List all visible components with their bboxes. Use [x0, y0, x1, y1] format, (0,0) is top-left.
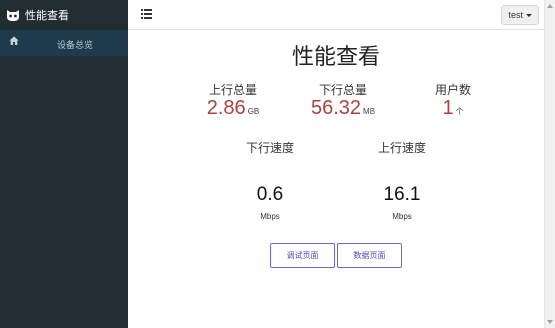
stat-label: 用户数	[434, 83, 471, 97]
speed-value: 16.1	[383, 184, 421, 205]
brand-title: 性能查看	[25, 10, 69, 22]
user-dropdown-button[interactable]: test	[501, 5, 539, 25]
speed-unit: Mbps	[260, 212, 280, 221]
stat-value: 2.86	[206, 97, 246, 119]
app-window: 性能查看 设备总览 test 性能查看 上行总量 2.86 GB 下行总量 56…	[0, 0, 555, 328]
main-content: 性能查看 上行总量 2.86 GB 下行总量 56.32 MB 用户数 1个 下行速…	[128, 30, 544, 328]
scroll-down-arrow-icon[interactable]	[547, 320, 553, 324]
debug-page-button[interactable]: 调试页面	[270, 243, 335, 268]
data-page-button[interactable]: 数据页面	[337, 243, 402, 268]
stat-unit: MB	[363, 107, 376, 116]
stat-user-count: 用户数 1个	[403, 81, 503, 120]
speed-label: 下行速度	[245, 141, 294, 155]
scroll-up-arrow-icon[interactable]	[547, 4, 553, 8]
sidebar-item-label: 设备总览	[57, 40, 94, 50]
list-icon[interactable]	[141, 9, 152, 19]
top-navbar: test	[128, 0, 544, 30]
stat-unit: 个	[455, 107, 464, 116]
stat-label: 上行总量	[208, 83, 257, 97]
stat-upload-total: 上行总量 2.86 GB	[183, 81, 283, 120]
download-speed: 下行速度 0.6 Mbps	[220, 139, 320, 221]
stat-value: 1	[442, 97, 454, 119]
stat-label: 下行总量	[318, 83, 367, 97]
stat-download-total: 下行总量 56.32 MB	[293, 81, 393, 120]
speed-value: 0.6	[256, 184, 284, 205]
sidebar: 性能查看 设备总览	[0, 0, 128, 328]
caret-down-icon	[526, 13, 532, 17]
vertical-scrollbar[interactable]	[544, 0, 555, 328]
stat-unit: GB	[247, 107, 260, 116]
speed-label: 上行速度	[377, 141, 426, 155]
home-icon	[9, 36, 19, 45]
page-title: 性能查看	[291, 44, 380, 69]
sidebar-item-device-overview[interactable]: 设备总览	[0, 30, 128, 56]
user-name: test	[508, 10, 523, 20]
upload-speed: 上行速度 16.1 Mbps	[352, 139, 452, 221]
brand[interactable]: 性能查看	[0, 0, 128, 30]
cat-logo-icon	[7, 10, 19, 21]
speed-unit: Mbps	[392, 212, 412, 221]
stat-value: 56.32	[310, 97, 362, 119]
